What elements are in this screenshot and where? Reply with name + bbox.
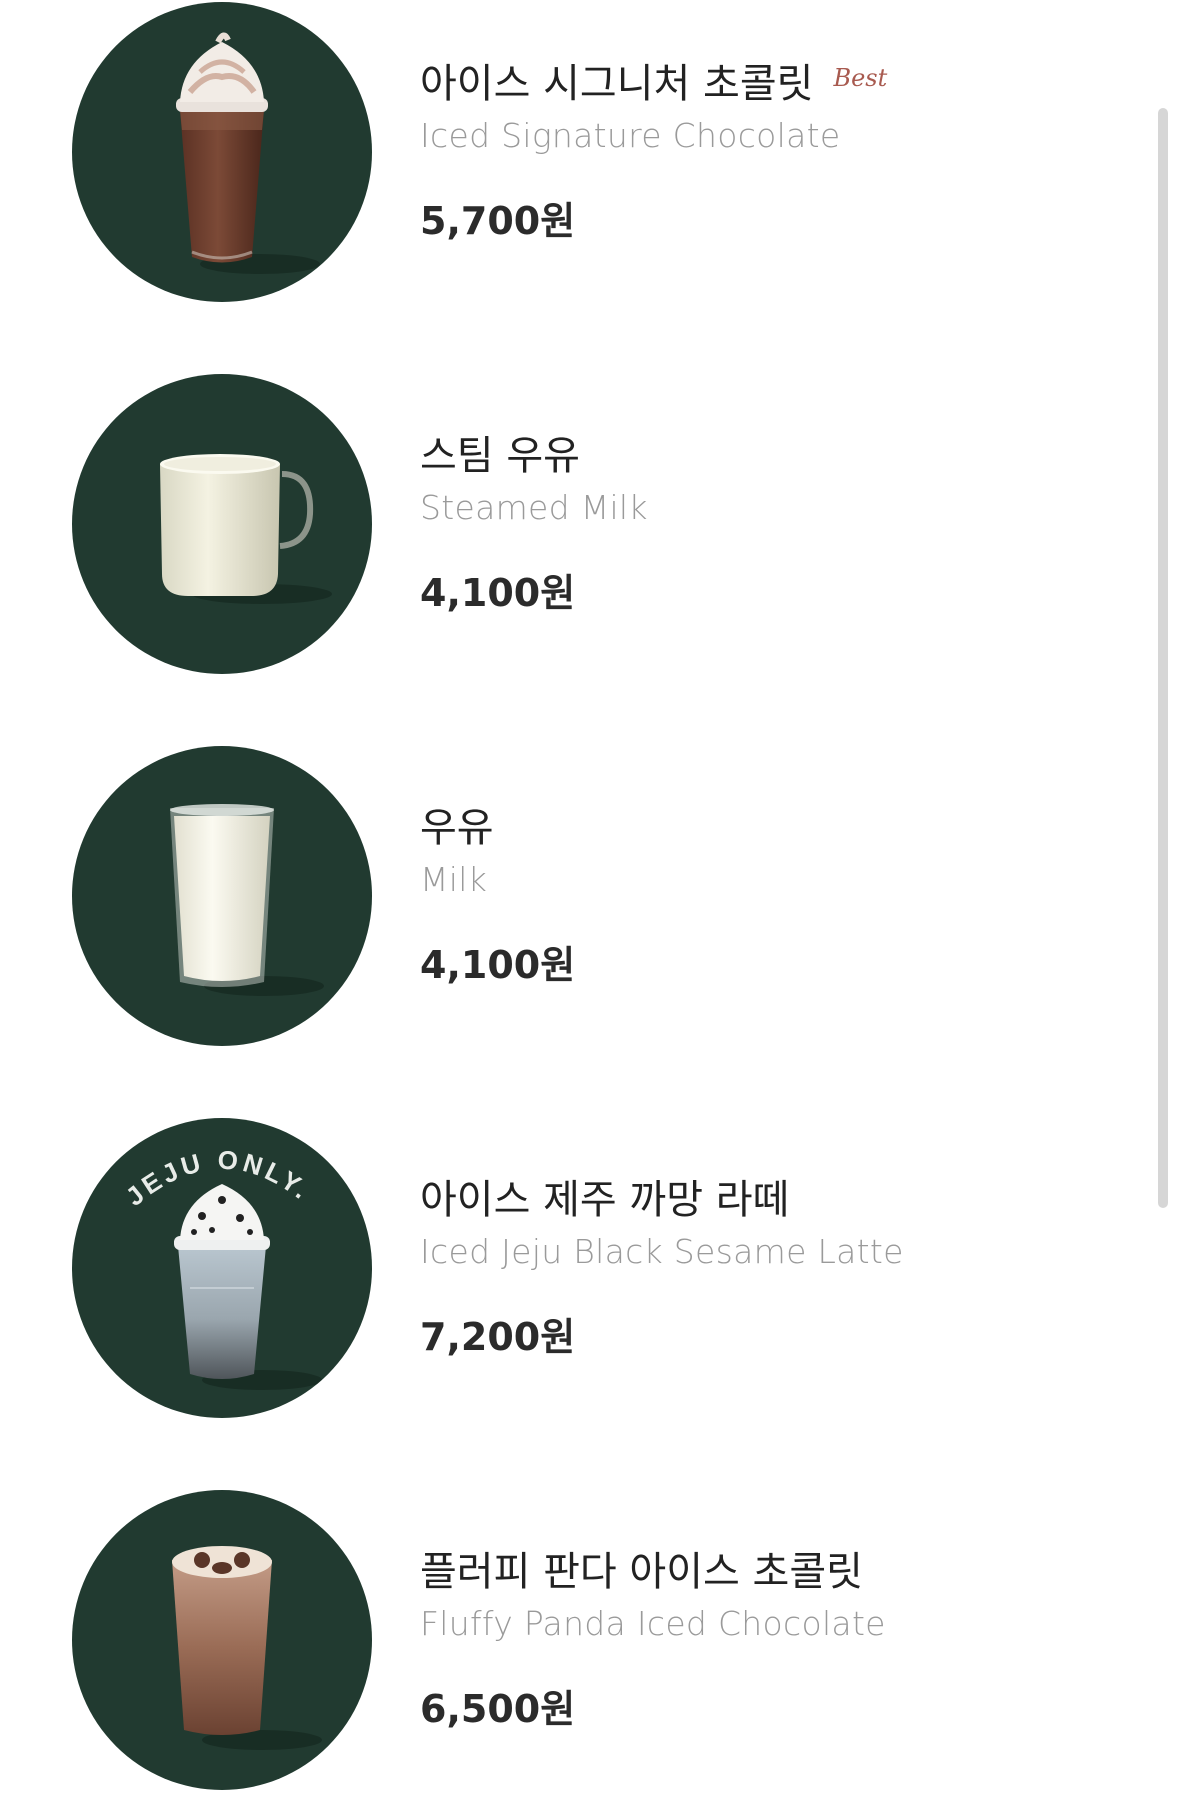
menu-item-info: 아이스 시그니처 초콜릿 Best Iced Signature Chocola… xyxy=(420,52,1100,243)
milk-glass-image xyxy=(72,746,372,1046)
menu-list[interactable]: 아이스 시그니처 초콜릿 Best Iced Signature Chocola… xyxy=(0,0,1179,1807)
menu-item-name-ko: 우유 xyxy=(420,805,494,851)
menu-item-price: 4,100원 xyxy=(420,943,576,987)
menu-item-price: 4,100원 xyxy=(420,571,576,615)
menu-item-info: 우유 Milk 4,100원 xyxy=(420,796,1100,987)
menu-item-steamed-milk[interactable]: 스팀 우유 Steamed Milk 4,100원 xyxy=(0,374,1120,674)
menu-item-name-en: Iced Signature Chocolate xyxy=(420,116,841,155)
jeju-black-sesame-latte-image: JEJU ONLY. xyxy=(72,1118,372,1418)
menu-item-info: 플러피 판다 아이스 초콜릿 Fluffy Panda Iced Chocola… xyxy=(420,1540,1100,1731)
menu-item-name-ko: 아이스 제주 까망 라떼 xyxy=(420,1177,790,1223)
menu-item-iced-jeju-black-sesame-latte[interactable]: JEJU ONLY. 아이스 제주 까망 라떼 Iced Jeju Black … xyxy=(0,1118,1120,1418)
menu-item-name-ko: 플러피 판다 아이스 초콜릿 xyxy=(420,1549,863,1595)
menu-item-info: 아이스 제주 까망 라떼 Iced Jeju Black Sesame Latt… xyxy=(420,1168,1100,1359)
scrollbar[interactable] xyxy=(1158,108,1168,1208)
menu-item-price: 5,700원 xyxy=(420,199,576,243)
menu-item-name-en: Steamed Milk xyxy=(420,488,648,527)
menu-item-iced-signature-chocolate[interactable]: 아이스 시그니처 초콜릿 Best Iced Signature Chocola… xyxy=(0,2,1120,302)
menu-item-info: 스팀 우유 Steamed Milk 4,100원 xyxy=(420,424,1100,615)
menu-item-name-en: Iced Jeju Black Sesame Latte xyxy=(420,1232,904,1271)
menu-item-name-ko: 아이스 시그니처 초콜릿 xyxy=(420,61,814,107)
best-badge: Best xyxy=(833,64,888,92)
menu-item-price: 6,500원 xyxy=(420,1687,576,1731)
steamed-milk-image xyxy=(72,374,372,674)
fluffy-panda-chocolate-image xyxy=(72,1490,372,1790)
menu-item-name-ko: 스팀 우유 xyxy=(420,433,580,479)
menu-item-price: 7,200원 xyxy=(420,1315,576,1359)
iced-signature-chocolate-image xyxy=(72,2,372,302)
menu-item-milk[interactable]: 우유 Milk 4,100원 xyxy=(0,746,1120,1046)
menu-item-name-en: Milk xyxy=(420,860,488,899)
menu-item-fluffy-panda-iced-chocolate[interactable]: 플러피 판다 아이스 초콜릿 Fluffy Panda Iced Chocola… xyxy=(0,1490,1120,1790)
menu-screen: 아이스 시그니처 초콜릿 Best Iced Signature Chocola… xyxy=(0,0,1179,1807)
menu-item-name-en: Fluffy Panda Iced Chocolate xyxy=(420,1604,886,1643)
